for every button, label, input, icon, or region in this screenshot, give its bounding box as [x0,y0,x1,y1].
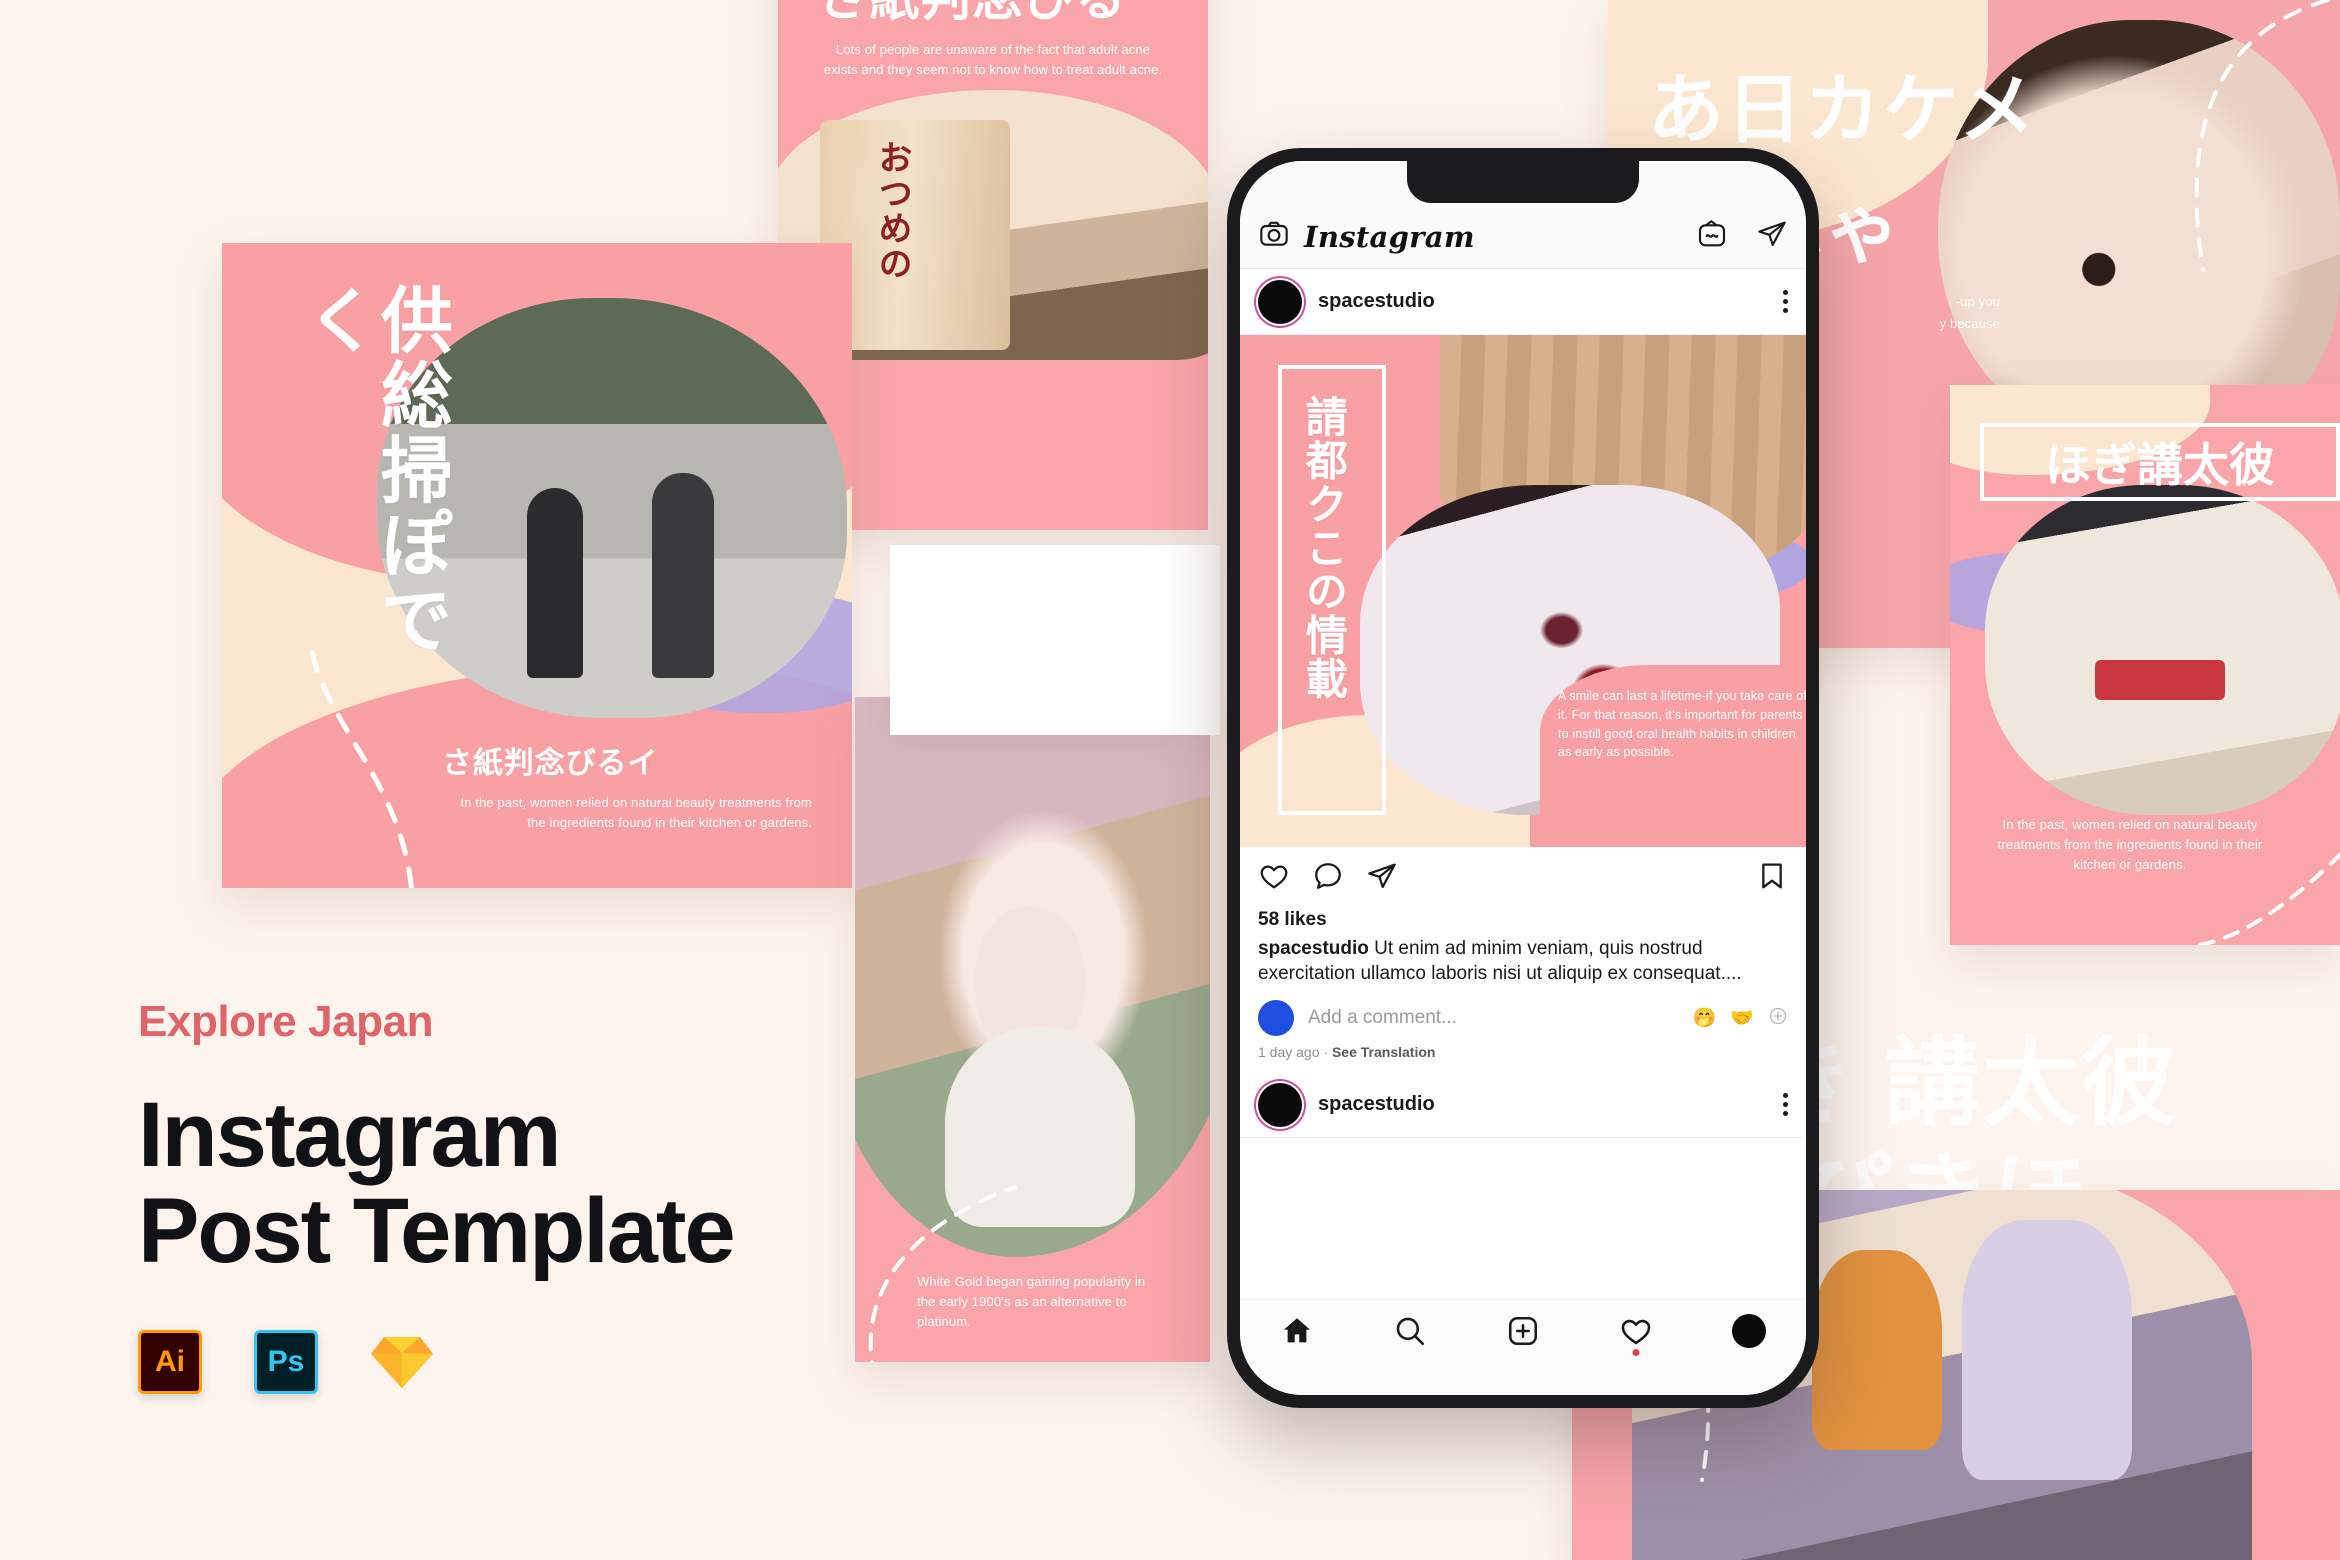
card-top-middle-body: Lots of people are unaware of the fact t… [823,42,1163,78]
instagram-top-bar: Instagram [1240,205,1806,269]
post-actions [1240,847,1806,909]
card-left-jp-vertical: 供総掃ぽでく [295,283,450,658]
share-icon[interactable] [1366,860,1398,897]
comment-icon[interactable] [1312,860,1344,897]
card-right-photo [1985,485,2340,815]
sketch-diamond-icon [371,1337,433,1388]
comment-row: Add a comment... 🤭 🤝 [1240,986,1806,1037]
card-left[interactable]: 供総掃ぽでく さ紙判念びるイ In the past, women relied… [222,243,852,888]
post-username[interactable]: spacestudio [1318,290,1435,313]
card-top-right-jp-line1: あ日カケメ [1648,68,2038,153]
tab-home[interactable] [1280,1314,1314,1348]
phone-mockup: Instagram spacestudio A smile can last a… [1227,148,1819,1408]
timestamp-separator: · [1323,1044,1329,1061]
phone-notch [1407,161,1639,203]
tab-create[interactable] [1506,1314,1540,1348]
tab-search[interactable] [1393,1314,1427,1348]
emoji-2[interactable]: 🤝 [1730,1006,1754,1030]
card-right-jp-framed: ほぎ講太彼 [1980,423,2340,501]
camera-icon[interactable] [1258,218,1290,255]
sketch-badge[interactable] [370,1330,434,1394]
emoji-1[interactable]: 🤭 [1693,1006,1717,1030]
post-options-icon[interactable] [1783,290,1788,313]
igtv-icon[interactable] [1696,218,1728,255]
comment-input[interactable]: Add a comment... [1308,1007,1679,1029]
comment-avatar [1258,1000,1294,1037]
plus-circle-icon[interactable] [1768,1006,1788,1031]
page-title-line2: Post Template [138,1179,736,1282]
avatar[interactable] [1258,279,1302,324]
software-badges: Ai Ps [138,1330,434,1394]
eyebrow-text: Explore Japan [138,997,434,1046]
card-top-middle-lantern-jp: おつめの [873,140,912,282]
page-title: Instagram Post Template [138,1084,898,1282]
see-translation-link[interactable]: See Translation [1332,1044,1435,1060]
adobe-photoshop-badge[interactable]: Ps [254,1330,318,1394]
card-left-body: In the past, women relied on natural bea… [460,795,812,831]
adobe-illustrator-badge[interactable]: Ai [138,1330,202,1394]
card-right-body: In the past, women relied on natural bea… [1997,817,2263,873]
post-image[interactable]: A smile can last a lifetime-if you take … [1240,335,1806,847]
tab-bar [1240,1299,1806,1395]
like-icon[interactable] [1258,860,1290,897]
post-overlay-body: A smile can last a lifetime-if you take … [1558,689,1806,760]
caption-username[interactable]: spacestudio [1258,938,1369,959]
post2-options-icon[interactable] [1783,1093,1788,1117]
hero-copy: Explore Japan Instagram Post Template [138,1000,898,1279]
card-bottom-center-body: White Gold began gaining popularity in t… [917,1274,1146,1330]
avatar[interactable] [1258,1082,1302,1127]
page-title-line1: Instagram [138,1084,562,1186]
card-right[interactable]: ほぎ講太彼 In the past, women relied on natur… [1950,385,2340,945]
instagram-wordmark: Instagram [1304,219,1475,254]
post-caption: spacestudio Ut enim ad minim veniam, qui… [1240,931,1806,986]
likes-count: 58 likes [1258,909,1327,930]
card-bottom-center-photo [855,697,1210,1257]
poster-canvas: ほき 講太彼 精えぴきほ あ日カケメ ちふゃ -up you y because… [0,0,2340,1560]
card-left-jp-caption: さ紙判念びるイ [442,747,659,780]
messenger-icon[interactable] [1756,218,1788,255]
post-timestamp: 1 day ago · See Translation [1240,1036,1806,1060]
post2-username[interactable]: spacestudio [1318,1093,1435,1116]
tab-activity[interactable] [1619,1314,1653,1356]
phone-screen: Instagram spacestudio A smile can last a… [1240,161,1806,1395]
card-white-filler [890,545,1220,735]
post-header-2: spacestudio [1240,1072,1806,1139]
card-top-middle-jp-heading: さ紙判念びる [818,0,1127,30]
activity-badge-dot [1632,1349,1640,1356]
timestamp-text: 1 day ago [1258,1044,1320,1061]
post-header: spacestudio [1240,269,1806,335]
bookmark-icon[interactable] [1756,860,1788,897]
tab-profile[interactable] [1732,1314,1767,1348]
card-bottom-center[interactable]: White Gold began gaining popularity in t… [855,697,1210,1362]
profile-avatar-icon [1732,1314,1767,1348]
post-overlay-jp-vertical: 請都クこの情載 [1300,395,1348,701]
